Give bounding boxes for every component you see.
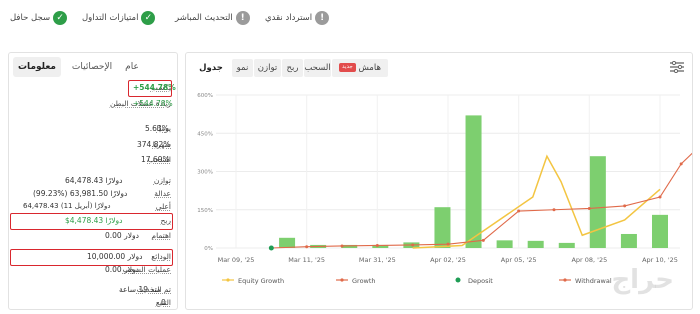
stat-tracking: التتبع 0 [155, 298, 171, 307]
stat-withdrawals: عمليات السحب 0.00 دولار [105, 265, 171, 274]
x-tick-label: Mar 11, '25 [288, 256, 325, 264]
x-tick-label: Apr 08, '25 [571, 256, 607, 264]
tab-profit[interactable]: ربح [282, 59, 303, 77]
y-tick-label: 300% [197, 170, 213, 176]
growth-point [411, 243, 415, 247]
highlight-box [10, 213, 173, 230]
stats-panel: عام الإحصائيات معلومات يكسب +544.78% زيا… [8, 52, 178, 310]
x-tick-label: Mar 09, '25 [218, 256, 255, 264]
tab-drawdown[interactable]: السحب [304, 59, 331, 77]
growth-point [517, 209, 521, 213]
bar [527, 240, 544, 248]
x-tick-label: Mar 31, '25 [359, 256, 396, 264]
bar [496, 240, 513, 248]
stat-monthly: شهريا 374.82% [137, 140, 171, 149]
x-tick-label: Apr 05, '25 [501, 256, 537, 264]
tab-growth[interactable]: نمو [232, 59, 253, 77]
badge-live-update: ! التحديث المباشر [175, 9, 250, 27]
legend-marker [455, 277, 461, 283]
bar [589, 156, 606, 248]
tab-general[interactable]: عام [121, 57, 143, 77]
highlight-box [10, 249, 173, 266]
deposit-point [268, 245, 274, 251]
growth-point [552, 208, 556, 212]
growth-point [340, 244, 344, 248]
chart-tabs: جديد هامش السحب ربح توازن نمو جدول [192, 59, 688, 77]
stat-abs-gain: زيادة عضلات البطن +544.78% [109, 99, 173, 108]
tab-margin[interactable]: جديد هامش [332, 59, 388, 77]
stat-balance: توازن 64,478.43 دولارًا [65, 176, 171, 185]
badge-cashback: ! استرداد نقدي [265, 9, 330, 27]
tab-info[interactable]: معلومات [13, 57, 61, 77]
y-tick-label: 600% [197, 93, 213, 99]
bar [434, 207, 451, 248]
stats-tabs: عام الإحصائيات معلومات [13, 57, 173, 77]
chart-legend: Equity Growth Growth Deposit Withdrawal [222, 277, 612, 285]
tab-table[interactable]: جدول [192, 59, 230, 77]
stat-updated: تم التحديث منذ 19 ساعة [119, 285, 171, 294]
chart-panel: جديد هامش السحب ربح توازن نمو جدول 0% 150… [185, 52, 693, 310]
tab-statistics[interactable]: الإحصائيات [63, 57, 121, 77]
x-tick-label: Apr 02, '25 [430, 256, 466, 264]
exclamation-icon: ! [235, 11, 250, 25]
legend-label: Withdrawal [575, 277, 612, 285]
chart-bars [279, 115, 668, 249]
x-axis-ticks: Mar 09, '25 Mar 11, '25 Mar 31, '25 Apr 02,… [218, 256, 678, 264]
y-tick-label: 450% [197, 131, 213, 137]
y-tick-label: 150% [197, 208, 213, 214]
legend-label: Growth [352, 277, 376, 285]
highlight-box [128, 80, 172, 97]
badge-trading-privileges: ✓ امتيازات التداول [82, 9, 156, 27]
exclamation-icon: ! [315, 11, 330, 25]
legend-marker [340, 278, 344, 282]
growth-point [305, 245, 309, 249]
stat-daily: يوميًا 5.63% [145, 124, 171, 133]
legend-label: Deposit [468, 277, 493, 285]
watermark-logo: حراج [611, 265, 674, 295]
bar [465, 115, 482, 249]
badge-track-record: ✓ سجل حافل [10, 9, 68, 27]
x-tick-label: Apr 10, '25 [642, 256, 678, 264]
growth-point [481, 238, 485, 242]
legend-marker [226, 278, 230, 282]
growth-point [623, 204, 627, 208]
growth-point [587, 206, 591, 210]
growth-point [658, 195, 662, 199]
bar [652, 214, 668, 248]
legend-label: Equity Growth [238, 277, 284, 285]
tab-balance[interactable]: توازن [254, 59, 281, 77]
check-icon: ✓ [53, 11, 68, 25]
stat-drawdown: السحب 17.69% [141, 155, 171, 164]
settings-sliders-icon[interactable] [670, 61, 684, 73]
y-axis-ticks: 0% 150% 300% 450% 600% [197, 93, 213, 252]
growth-point [446, 242, 450, 246]
growth-line [271, 152, 692, 249]
stat-interest: اهتمام 0.00 دولار [105, 231, 171, 240]
feature-badges: ✓ سجل حافل ✓ امتيازات التداول ! التحديث … [10, 9, 690, 29]
stat-equity: عدالة (99.23%) 63,981.50 دولارًا [33, 189, 171, 198]
check-icon: ✓ [141, 11, 156, 25]
bar [558, 242, 575, 248]
legend-marker [563, 278, 567, 282]
y-tick-label: 0% [204, 246, 213, 252]
growth-point [679, 162, 683, 166]
growth-point [375, 243, 379, 247]
bar [279, 237, 296, 248]
bar [620, 233, 637, 248]
